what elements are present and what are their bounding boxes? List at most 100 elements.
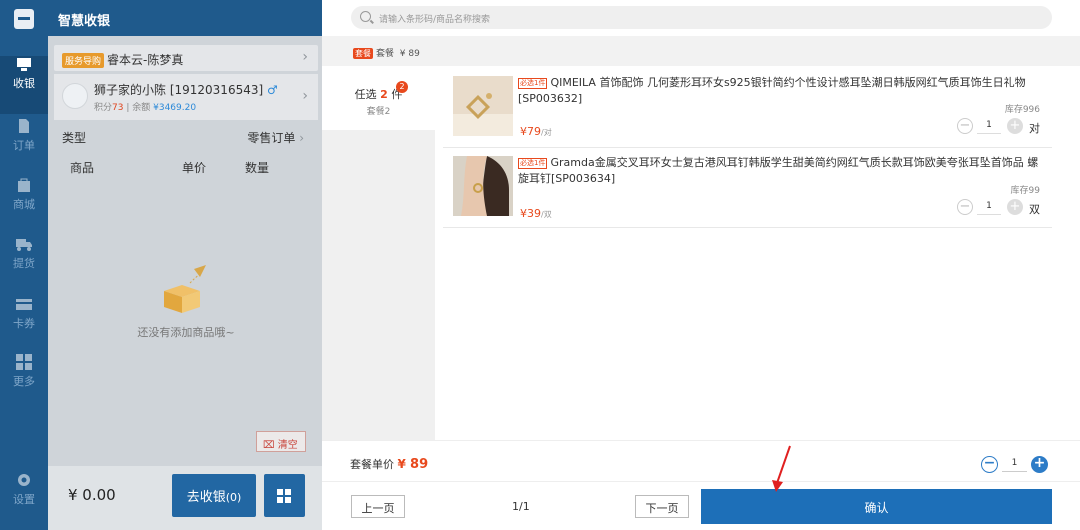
product-stock: 库存996 (1004, 105, 1040, 115)
type-value: 零售订单 (247, 131, 296, 145)
trash-icon: ⌧ (263, 440, 275, 451)
nav-item-card[interactable]: 卡券 (0, 296, 48, 354)
product-unit: 双 (1029, 203, 1040, 216)
product-unit: 对 (1029, 122, 1040, 135)
empty-cart: 还没有添加商品哦~ (54, 180, 318, 420)
group-count: 2 (380, 88, 388, 101)
product-item: 必选1件 QIMEILA 首饰配饰 几何菱形耳环女s925银针简约个性设计感耳坠潮… (443, 70, 1052, 148)
nav-label: 商城 (13, 198, 35, 211)
must-tag: 必选1件 (518, 158, 548, 169)
guide-name: 睿本云-陈梦真 (107, 53, 184, 67)
plus-button[interactable]: + (1007, 199, 1023, 215)
delivery-truck-icon (16, 239, 32, 251)
group-badge: 2 (396, 81, 408, 93)
cashier-icon (17, 58, 31, 71)
chevron-right-icon: › (299, 131, 304, 145)
product-title: QIMEILA 首饰配饰 几何菱形耳环女s925银针简约个性设计感耳坠潮日韩版网… (518, 76, 1026, 105)
page-indicator: 1/1 (512, 500, 530, 513)
package-name: 套餐 (376, 49, 395, 59)
plus-button[interactable]: + (1007, 118, 1023, 134)
summary-currency: ¥ (397, 457, 406, 471)
nav-label: 卡券 (13, 317, 35, 330)
empty-box-icon (164, 265, 206, 313)
cart-total: ¥ 0.00 (68, 486, 116, 504)
summary-label: 套餐单价 (350, 458, 394, 471)
checkout-label: 去收银 (186, 490, 226, 505)
package-modal: 请输入条形码/商品名称搜索 套餐 套餐 ¥ 89 任选 2 件 套餐2 2 必选1… (322, 0, 1080, 530)
plus-button[interactable]: + (1031, 456, 1048, 473)
quantity-stepper: − 1 + 双 (957, 199, 1043, 217)
search-input[interactable]: 请输入条形码/商品名称搜索 (351, 6, 1052, 29)
must-tag: 必选1件 (518, 78, 548, 89)
product-image-earring (453, 76, 513, 136)
avatar (62, 83, 88, 109)
product-price: ¥79 (520, 125, 541, 138)
gear-icon (18, 474, 30, 486)
clear-cart-button[interactable]: ⌧ 清空 (256, 431, 306, 452)
summary-price: 89 (410, 457, 429, 472)
grid-more-icon (16, 354, 32, 370)
product-title: Gramda金属交叉耳环女士复古港风耳钉韩版学生甜美简约网红气质长款耳饰欧美夸张… (518, 156, 1039, 185)
minus-button[interactable]: − (957, 199, 973, 215)
nav-item-delivery[interactable]: 提货 (0, 236, 48, 294)
group-sidebar: 任选 2 件 套餐2 2 (322, 66, 435, 440)
prev-page-button[interactable]: 上一页 (351, 495, 405, 518)
quantity-stepper: − 1 + 对 (957, 118, 1043, 136)
app-title: 智慧收银 (48, 0, 322, 36)
nav-label: 设置 (13, 493, 35, 506)
left-nav: 收银 订单 商城 提货 卡券 更多 设置 (0, 0, 48, 530)
points-label: 积分 (94, 103, 113, 113)
package-tag: 套餐 (353, 48, 373, 59)
balance-label: 余额 (132, 103, 151, 113)
product-unit-price: /双 (541, 210, 552, 219)
nav-item-order[interactable]: 订单 (0, 118, 48, 176)
member-card[interactable]: 狮子家的小陈 [19120316543] ♂ 积分73 | 余额 ¥3469.2… (54, 74, 318, 120)
cart-panel: 智慧收银 服务导购 睿本云-陈梦真 › 狮子家的小陈 [19120316543] … (48, 0, 322, 530)
cart-footer: ¥ 0.00 去收银(0) (48, 466, 322, 530)
nav-item-cashier[interactable]: 收银 (0, 56, 48, 114)
card-icon (16, 299, 32, 310)
group-item[interactable]: 任选 2 件 套餐2 2 (322, 66, 435, 130)
nav-label: 收银 (13, 77, 35, 90)
annotation-arrow-icon (772, 445, 791, 492)
product-price: ¥39 (520, 207, 541, 220)
col-price: 单价 (182, 161, 207, 175)
group-prefix: 任选 (354, 88, 377, 101)
clear-label: 清空 (277, 440, 298, 451)
product-item: 必选1件 Gramda金属交叉耳环女士复古港风耳钉韩版学生甜美简约网红气质长款耳饰… (443, 150, 1052, 228)
quantity-input[interactable]: 1 (977, 201, 1001, 215)
checkout-count: (0) (225, 491, 242, 504)
next-page-button[interactable]: 下一页 (635, 495, 689, 518)
package-quantity-input[interactable]: 1 (1002, 458, 1027, 472)
member-name: 狮子家的小陈 [19120316543] (94, 83, 264, 97)
package-bar: 套餐 套餐 ¥ 89 (322, 36, 1080, 66)
guide-tag: 服务导购 (62, 53, 105, 68)
product-unit-price: /对 (541, 128, 552, 137)
product-stock: 库存99 (1010, 186, 1040, 196)
search-placeholder: 请输入条形码/商品名称搜索 (379, 15, 491, 25)
order-type-row[interactable]: 类型 零售订单 › (54, 123, 318, 149)
package-price: ¥ 89 (399, 49, 420, 59)
nav-item-mall[interactable]: 商城 (0, 177, 48, 235)
type-label: 类型 (62, 131, 87, 145)
nav-label: 更多 (13, 375, 35, 388)
confirm-button[interactable]: 确认 (701, 489, 1052, 524)
quantity-input[interactable]: 1 (977, 120, 1001, 134)
order-icon (19, 119, 29, 133)
guide-selector[interactable]: 服务导购 睿本云-陈梦真 › (54, 45, 318, 71)
group-sub: 套餐2 (366, 107, 391, 117)
nav-item-more[interactable]: 更多 (0, 354, 48, 412)
mall-icon (18, 178, 30, 192)
grid-icon (277, 489, 283, 495)
quick-grid-button[interactable] (264, 474, 305, 517)
minus-button[interactable]: − (957, 118, 973, 134)
male-icon: ♂ (267, 83, 278, 97)
minus-button[interactable]: − (981, 456, 998, 473)
search-icon (360, 11, 371, 22)
col-goods: 商品 (70, 161, 95, 175)
balance-value: ¥3469.20 (153, 103, 197, 113)
nav-label: 订单 (13, 139, 35, 152)
checkout-button[interactable]: 去收银(0) (172, 474, 256, 517)
nav-item-settings[interactable]: 设置 (0, 472, 48, 530)
chevron-right-icon: › (302, 88, 308, 104)
